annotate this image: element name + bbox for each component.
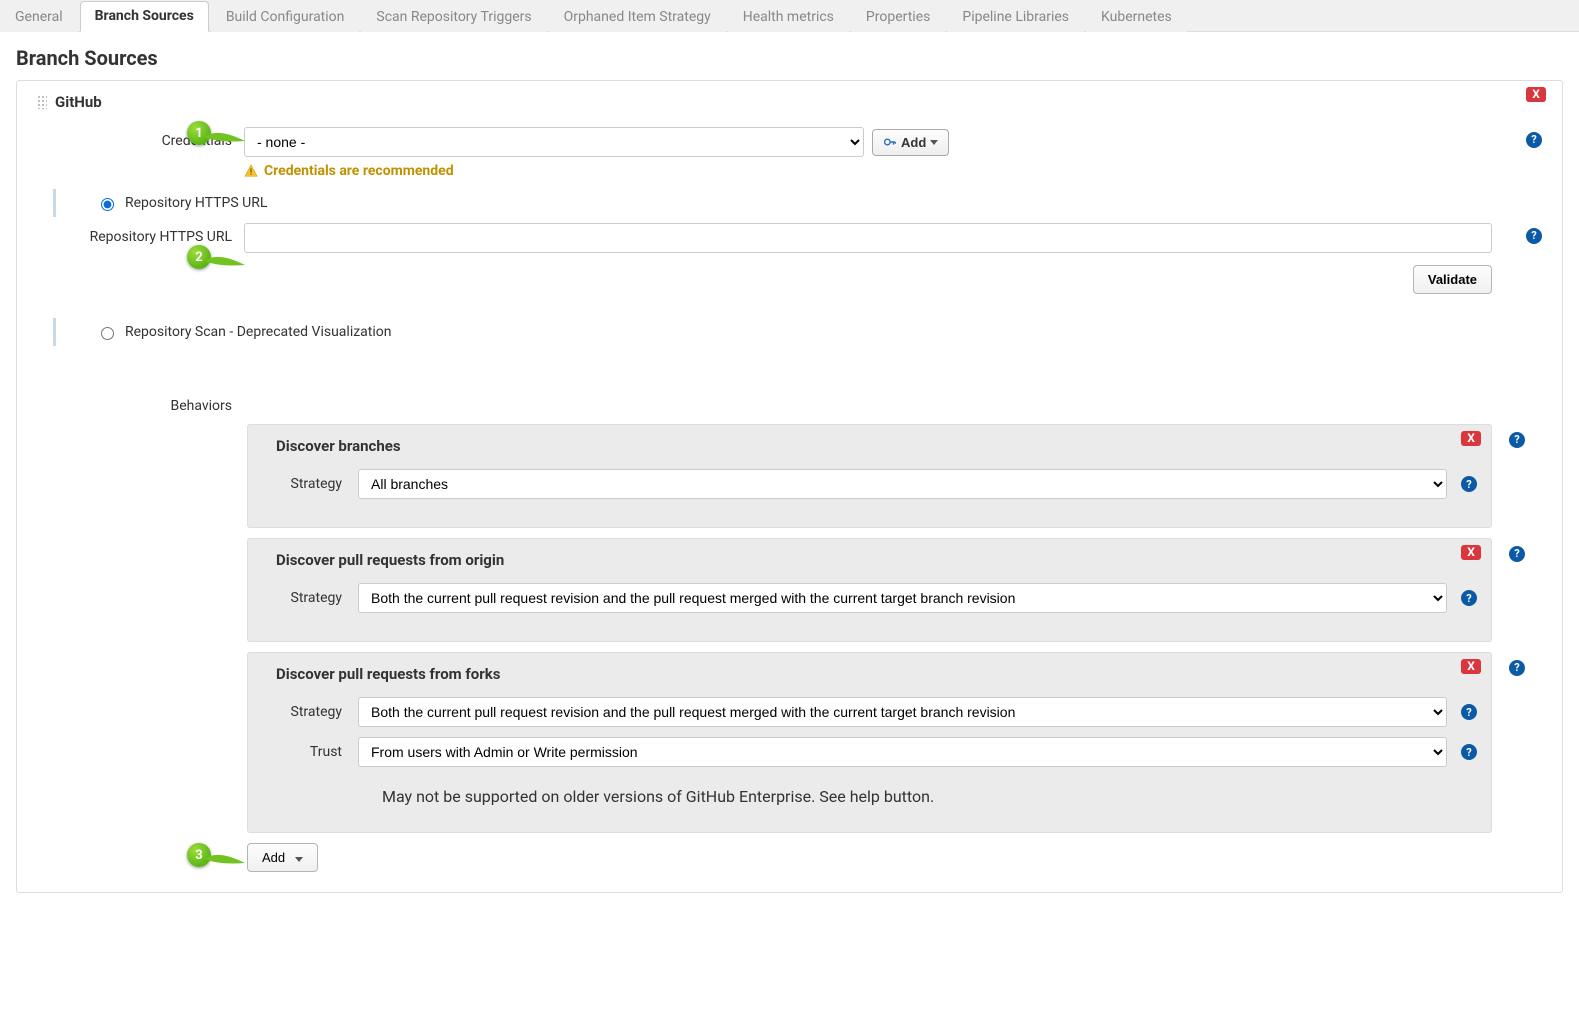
radio-repo-scan-deprecated[interactable]: Repository Scan - Deprecated Visualizati…	[53, 318, 1542, 346]
add-credentials-label: Add	[901, 135, 926, 150]
caret-down-icon	[295, 857, 303, 862]
behavior-row-label: Trust	[262, 744, 358, 760]
radio-repo-scan-input[interactable]	[101, 327, 114, 340]
credentials-label: Credentials	[37, 127, 244, 149]
tab-kubernetes[interactable]: Kubernetes	[1086, 2, 1187, 32]
behaviors-label: Behaviors	[37, 382, 244, 414]
strategy-select[interactable]: Both the current pull request revision a…	[358, 697, 1447, 727]
delete-behavior-button[interactable]: X	[1461, 431, 1481, 446]
delete-behavior-button[interactable]: X	[1461, 545, 1481, 560]
config-tabs: General Branch Sources Build Configurati…	[0, 0, 1579, 32]
radio-repo-https-input[interactable]	[101, 198, 114, 211]
credentials-warning: Credentials are recommended	[244, 157, 1492, 179]
tab-health-metrics[interactable]: Health metrics	[728, 2, 849, 32]
behavior-row-label: Strategy	[262, 590, 358, 606]
help-icon[interactable]: ?	[1526, 132, 1542, 148]
section-title: Branch Sources	[0, 32, 1579, 80]
callout-3: 3	[187, 843, 245, 879]
radio-repo-https[interactable]: Repository HTTPS URL	[53, 189, 1542, 217]
radio-repo-https-label: Repository HTTPS URL	[125, 195, 267, 211]
credentials-select[interactable]: - none -	[244, 127, 864, 157]
tab-general[interactable]: General	[0, 2, 78, 32]
help-icon[interactable]: ?	[1461, 744, 1477, 760]
help-icon[interactable]: ?	[1509, 546, 1525, 562]
key-icon	[883, 135, 897, 149]
tab-branch-sources[interactable]: Branch Sources	[80, 1, 209, 32]
source-title: GitHub	[37, 93, 1542, 127]
source-title-text: GitHub	[55, 93, 102, 111]
trust-select[interactable]: From users with Admin or Write permissio…	[358, 737, 1447, 767]
github-source-box: X GitHub 1 Credentials - none -	[16, 80, 1563, 893]
warning-icon	[244, 164, 258, 178]
behavior-title: Discover branches	[262, 437, 1477, 455]
behavior-title: Discover pull requests from origin	[262, 551, 1477, 569]
tab-scan-repo-triggers[interactable]: Scan Repository Triggers	[361, 2, 546, 32]
help-icon[interactable]: ?	[1461, 476, 1477, 492]
strategy-select[interactable]: All branches	[358, 469, 1447, 499]
repo-url-label: Repository HTTPS URL	[37, 223, 244, 245]
behavior-row-label: Strategy	[262, 704, 358, 720]
behavior-title: Discover pull requests from forks	[262, 665, 1477, 683]
tab-pipeline-libraries[interactable]: Pipeline Libraries	[947, 2, 1084, 32]
behavior-row-label: Strategy	[262, 476, 358, 492]
behavior-discover-pr-forks: X ? Discover pull requests from forks St…	[247, 652, 1492, 833]
help-icon[interactable]: ?	[1461, 704, 1477, 720]
delete-behavior-button[interactable]: X	[1461, 659, 1481, 674]
delete-source-button[interactable]: X	[1526, 87, 1546, 102]
help-icon[interactable]: ?	[1526, 228, 1542, 244]
add-behavior-label: Add	[262, 850, 285, 865]
add-credentials-button[interactable]: Add	[872, 129, 949, 156]
behavior-note: May not be supported on older versions o…	[262, 777, 1477, 814]
drag-handle-icon[interactable]	[37, 95, 47, 109]
help-icon[interactable]: ?	[1509, 432, 1525, 448]
tab-properties[interactable]: Properties	[851, 2, 945, 32]
behavior-discover-branches: X ? Discover branches Strategy All branc…	[247, 424, 1492, 528]
tab-build-configuration[interactable]: Build Configuration	[211, 2, 360, 32]
help-icon[interactable]: ?	[1461, 590, 1477, 606]
behavior-discover-pr-origin: X ? Discover pull requests from origin S…	[247, 538, 1492, 642]
radio-repo-scan-label: Repository Scan - Deprecated Visualizati…	[125, 324, 392, 340]
behaviors-container: X ? Discover branches Strategy All branc…	[247, 424, 1492, 833]
validate-button[interactable]: Validate	[1413, 265, 1492, 294]
tab-orphaned-item-strategy[interactable]: Orphaned Item Strategy	[549, 2, 726, 32]
strategy-select[interactable]: Both the current pull request revision a…	[358, 583, 1447, 613]
help-icon[interactable]: ?	[1509, 660, 1525, 676]
credentials-warning-text: Credentials are recommended	[264, 163, 454, 179]
add-behavior-button[interactable]: Add	[247, 843, 318, 872]
caret-down-icon	[930, 140, 938, 145]
repo-url-input[interactable]	[244, 223, 1492, 253]
